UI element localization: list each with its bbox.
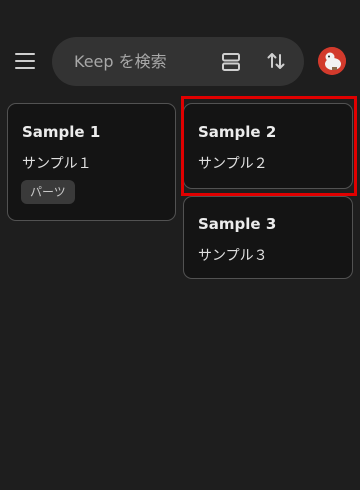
note-card-2[interactable]: Sample 2 サンプル２ — [183, 103, 353, 189]
search-placeholder[interactable]: Keep を検索 — [74, 37, 167, 86]
sort-icon[interactable] — [265, 50, 287, 72]
note-title: Sample 3 — [198, 215, 277, 233]
note-label-chip[interactable]: パーツ — [21, 180, 75, 204]
note-title: Sample 2 — [198, 123, 277, 141]
note-body: サンプル１ — [22, 156, 92, 172]
note-body: サンプル３ — [198, 248, 268, 264]
note-card-1[interactable]: Sample 1 サンプル１ パーツ — [7, 103, 176, 221]
top-bar: Keep を検索 — [0, 36, 360, 88]
search-bar[interactable]: Keep を検索 — [52, 37, 304, 86]
list-view-icon[interactable] — [220, 51, 242, 73]
note-body: サンプル２ — [198, 156, 268, 172]
note-title: Sample 1 — [22, 123, 101, 141]
note-card-3[interactable]: Sample 3 サンプル３ — [183, 196, 353, 279]
menu-icon[interactable] — [12, 48, 38, 74]
avatar[interactable] — [318, 47, 346, 75]
